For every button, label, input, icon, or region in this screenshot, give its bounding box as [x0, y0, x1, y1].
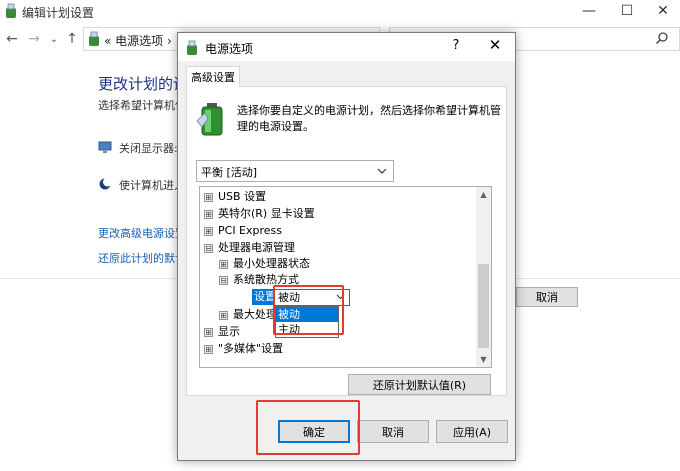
tree-item-label: 最小处理器状态 — [233, 257, 310, 270]
sleep-label: 使计算机进入 — [119, 179, 185, 192]
power-options-icon — [187, 40, 197, 55]
tab-advanced-settings[interactable]: 高级设置 — [186, 66, 240, 87]
power-plan-select[interactable]: 平衡 [活动] — [196, 160, 394, 182]
dialog-close-button[interactable]: ✕ — [486, 36, 504, 54]
apply-button[interactable]: 应用(A) — [436, 420, 508, 443]
tree-item-label: USB 设置 — [218, 190, 267, 203]
tree-item-min-processor-state[interactable]: ⊞ 最小处理器状态 — [219, 256, 310, 272]
power-options-icon — [6, 3, 16, 18]
settings-tree[interactable]: ⊞ USB 设置 ⊞ 英特尔(R) 显卡设置 ⊞ PCI Express ⊟ 处理器电源… — [199, 186, 492, 368]
highlight-box-dropdown — [273, 285, 344, 335]
tree-item-label: PCI Express — [218, 224, 283, 237]
tree-item-display[interactable]: ⊞ 显示 — [204, 324, 240, 340]
highlight-box-ok — [256, 400, 360, 455]
background-cancel-button[interactable]: 取消 — [516, 287, 578, 307]
back-button[interactable]: ← — [4, 30, 20, 48]
tree-item-label: 处理器电源管理 — [218, 241, 295, 254]
help-button[interactable]: ? — [448, 38, 464, 53]
tree-item-intel-graphics[interactable]: ⊞ 英特尔(R) 显卡设置 — [204, 206, 315, 222]
change-advanced-settings-link[interactable]: 更改高级电源设置 — [98, 225, 186, 241]
expand-icon[interactable]: ⊞ — [204, 345, 213, 354]
tree-item-label: "多媒体"设置 — [218, 342, 284, 355]
chevron-down-icon — [377, 168, 387, 174]
expand-icon[interactable]: ⊞ — [219, 311, 228, 320]
dialog-description: 选择你要自定义的电源计划，然后选择你希望计算机管理的电源设置。 — [237, 104, 501, 133]
sleep-moon-icon — [99, 177, 112, 190]
forward-button[interactable]: → — [26, 30, 42, 48]
expand-icon[interactable]: ⊞ — [204, 227, 213, 236]
expand-icon[interactable]: ⊞ — [219, 260, 228, 269]
scroll-up-arrow-icon[interactable]: ▲ — [476, 187, 491, 202]
tree-item-pci-express[interactable]: ⊞ PCI Express — [204, 223, 282, 239]
tree-item-max-processor-state[interactable]: ⊞ 最大处理 — [219, 307, 277, 323]
restore-plan-defaults-button[interactable]: 还原计划默认值(R) — [348, 374, 491, 395]
battery-icon — [196, 103, 223, 136]
expand-icon[interactable]: ⊞ — [204, 210, 213, 219]
tree-item-usb[interactable]: ⊞ USB 设置 — [204, 189, 266, 205]
power-plan-value: 平衡 [活动] — [201, 166, 258, 179]
monitor-icon — [98, 141, 112, 153]
tree-item-label: 显示 — [218, 325, 240, 338]
cancel-button[interactable]: 取消 — [357, 420, 429, 443]
expand-icon[interactable]: ⊞ — [204, 193, 213, 202]
collapse-icon[interactable]: ⊟ — [204, 244, 213, 253]
scroll-down-arrow-icon[interactable]: ▼ — [476, 352, 491, 367]
search-icon — [655, 32, 668, 45]
breadcrumb: « 电源选项 › — [104, 34, 172, 48]
up-button[interactable]: ↑ — [64, 30, 80, 48]
power-options-dialog: 电源选项 ? ✕ 高级设置 选择你要自定义的电源计划，然后选择你希望计算机管理的… — [177, 32, 516, 461]
tree-item-label: 最大处理 — [233, 308, 277, 321]
turn-off-display-label: 关闭显示器: — [119, 142, 178, 155]
recent-locations-dropdown[interactable]: ⌄ — [46, 30, 62, 48]
dialog-title: 电源选项 — [205, 42, 254, 56]
tree-item-multimedia[interactable]: ⊞ "多媒体"设置 — [204, 341, 283, 357]
collapse-icon[interactable]: ⊟ — [219, 276, 228, 285]
power-options-icon — [89, 31, 99, 46]
expand-icon[interactable]: ⊞ — [204, 328, 213, 337]
close-window-button[interactable]: ✕ — [640, 0, 680, 22]
tree-item-processor-power[interactable]: ⊟ 处理器电源管理 — [204, 240, 295, 256]
page-title: 更改计划的设 — [98, 75, 189, 93]
background-window-title: 编辑计划设置 — [22, 6, 95, 20]
page-subtitle: 选择希望计算机使 — [98, 99, 186, 112]
scrollbar-thumb[interactable] — [478, 264, 489, 348]
restore-defaults-link[interactable]: 还原此计划的默认 — [98, 250, 186, 266]
tree-item-label: 英特尔(R) 显卡设置 — [218, 207, 315, 220]
tree-scrollbar[interactable]: ▲ ▼ — [476, 187, 491, 367]
